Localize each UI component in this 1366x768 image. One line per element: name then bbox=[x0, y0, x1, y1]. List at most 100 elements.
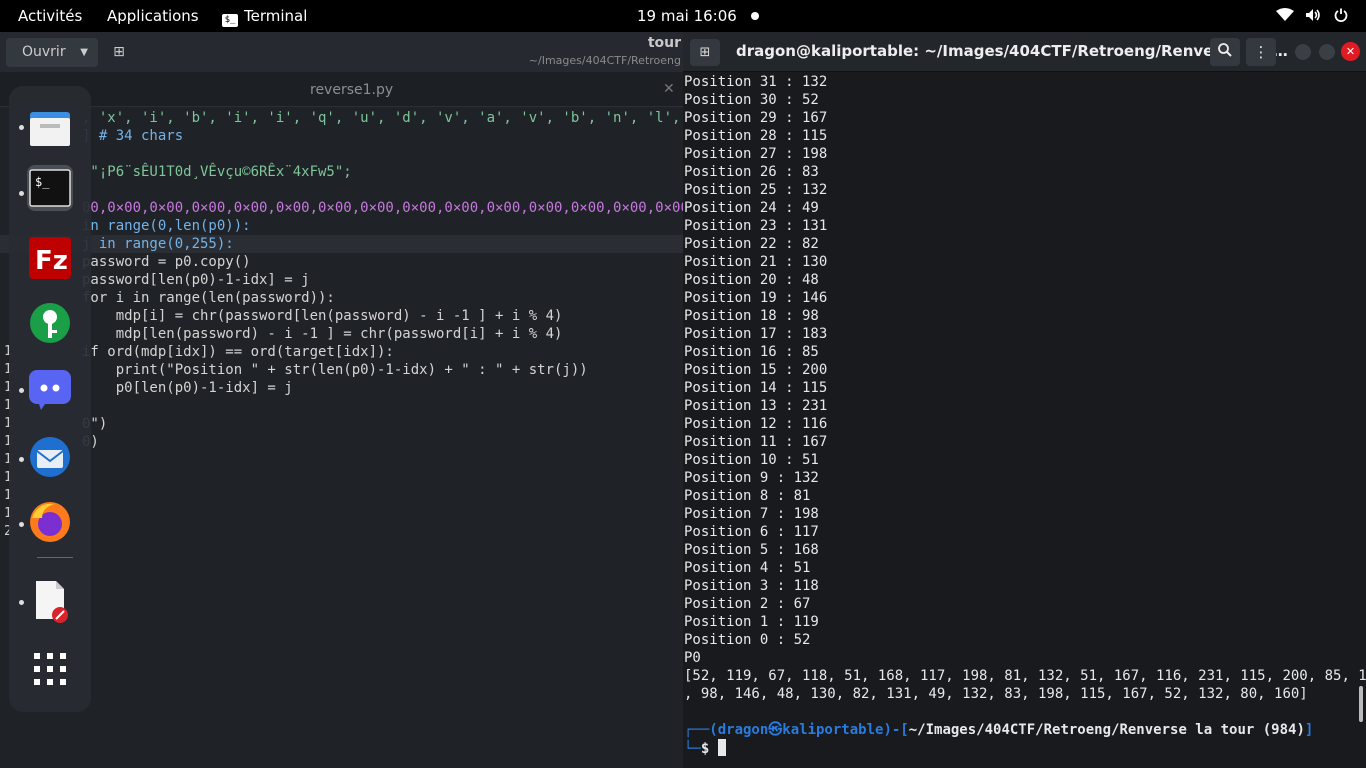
prompt-input-line[interactable]: └─$ bbox=[684, 739, 726, 757]
code-line: , 'x', 'i', 'b', 'i', 'i', 'q', 'u', 'd'… bbox=[82, 110, 683, 126]
terminal-line: Position 5 : 168 bbox=[684, 542, 819, 558]
power-icon[interactable] bbox=[1334, 8, 1348, 26]
app-grid-icon[interactable] bbox=[27, 646, 73, 692]
running-indicator bbox=[19, 457, 24, 462]
prompt-end: ] bbox=[1304, 722, 1314, 738]
terminal-line: Position 3 : 118 bbox=[684, 578, 819, 594]
prompt-prefix: ┌──( bbox=[684, 722, 718, 738]
terminal-line: Position 13 : 231 bbox=[684, 398, 828, 414]
volume-icon[interactable] bbox=[1305, 8, 1321, 26]
terminal-line: Position 0 : 52 bbox=[684, 632, 811, 648]
code-line: in range(0,len(p0)): bbox=[82, 218, 251, 234]
new-tab-button[interactable]: ⊞ bbox=[690, 39, 720, 66]
code-line: password[len(p0)-1-idx] = j bbox=[82, 272, 310, 288]
terminal-line: [52, 119, 67, 118, 51, 168, 117, 198, 81… bbox=[684, 668, 1366, 684]
code-line: 00,0×00,0×00,0×00,0×00,0×00,0×00,0×00,0×… bbox=[82, 200, 683, 216]
minimize-button[interactable] bbox=[1295, 44, 1311, 60]
close-window-button[interactable]: ✕ bbox=[1341, 42, 1360, 61]
dock-separator bbox=[37, 557, 73, 558]
dock: $_ Fz bbox=[9, 86, 91, 712]
terminal-line: Position 18 : 98 bbox=[684, 308, 819, 324]
activities-button[interactable]: Activités bbox=[18, 7, 82, 25]
terminal-line: Position 22 : 82 bbox=[684, 236, 819, 252]
terminal-line: Position 19 : 146 bbox=[684, 290, 828, 306]
filezilla-icon[interactable]: Fz bbox=[27, 235, 73, 281]
chevron-down-icon: ▼ bbox=[80, 47, 88, 58]
maximize-button[interactable] bbox=[1319, 44, 1335, 60]
prompt-user-host: dragon㉿kaliportable bbox=[717, 722, 884, 738]
running-indicator bbox=[19, 600, 24, 605]
terminal-small-icon: $_ bbox=[222, 14, 238, 27]
kebab-menu-icon: ⋮ bbox=[1253, 43, 1269, 61]
code-line: for i in range(len(password)): bbox=[82, 290, 335, 306]
terminal-line: Position 30 : 52 bbox=[684, 92, 819, 108]
terminal-line: Position 6 : 117 bbox=[684, 524, 819, 540]
terminal-line: Position 17 : 183 bbox=[684, 326, 828, 342]
menu-button[interactable]: ⋮ bbox=[1246, 38, 1276, 66]
passwords-icon[interactable] bbox=[27, 300, 73, 346]
terminal-line: Position 15 : 200 bbox=[684, 362, 828, 378]
search-button[interactable] bbox=[1210, 38, 1240, 66]
code-line: mdp[i] = chr(password[len(password) - i … bbox=[82, 308, 563, 324]
svg-text:Fz: Fz bbox=[35, 246, 68, 276]
prompt-path: ~/Images/404CTF/Retroeng/Renverse la tou… bbox=[908, 722, 1305, 738]
scrollbar[interactable] bbox=[1359, 686, 1363, 722]
terminal-line: Position 24 : 49 bbox=[684, 200, 819, 216]
code-line: if ord(mdp[idx]) == ord(target[idx]): bbox=[82, 344, 394, 360]
editor-title: tour bbox=[647, 35, 681, 51]
text-editor-window: Ouvrir ▼ ⊞ tour ~/Images/404CTF/Retroeng … bbox=[0, 32, 683, 768]
terminal-line: Position 14 : 115 bbox=[684, 380, 828, 396]
running-indicator bbox=[19, 125, 24, 130]
terminal-output[interactable]: Position 31 : 132 Position 30 : 52 Positio… bbox=[683, 72, 1366, 768]
terminal-line: Position 25 : 132 bbox=[684, 182, 828, 198]
prompt-corner: └─ bbox=[684, 741, 701, 757]
applications-menu[interactable]: Applications bbox=[107, 7, 199, 25]
wifi-icon[interactable] bbox=[1276, 8, 1294, 26]
terminal-title: dragon@kaliportable: ~/Images/404CTF/Ret… bbox=[736, 42, 1288, 60]
clock[interactable]: 19 mai 16:06 bbox=[637, 7, 737, 25]
tab-label: reverse1.py bbox=[310, 82, 394, 98]
code-line: mdp[len(password) - i -1 ] = chr(passwor… bbox=[82, 326, 563, 342]
tab-reverse1[interactable]: reverse1.py ✕ bbox=[0, 72, 683, 107]
terminal-line: Position 27 : 198 bbox=[684, 146, 828, 162]
code-line: password = p0.copy() bbox=[82, 254, 251, 270]
svg-text:$_: $_ bbox=[35, 175, 50, 189]
terminal-line: Position 23 : 131 bbox=[684, 218, 828, 234]
editor-headerbar: Ouvrir ▼ ⊞ tour ~/Images/404CTF/Retroeng bbox=[0, 32, 683, 72]
close-icon[interactable]: ✕ bbox=[663, 81, 675, 97]
open-file-button[interactable]: Ouvrir ▼ bbox=[6, 38, 98, 67]
firefox-icon[interactable] bbox=[27, 499, 73, 545]
text-editor-icon[interactable] bbox=[27, 578, 73, 624]
terminal-line: Position 31 : 132 bbox=[684, 74, 828, 90]
terminal-window: ⊞ dragon@kaliportable: ~/Images/404CTF/R… bbox=[683, 32, 1366, 768]
terminal-line: Position 11 : 167 bbox=[684, 434, 828, 450]
code-line: p0[len(p0)-1-idx] = j bbox=[82, 380, 293, 396]
terminal-line: Position 1 : 119 bbox=[684, 614, 819, 630]
open-label: Ouvrir bbox=[22, 44, 66, 60]
code-line: ] # 34 chars bbox=[82, 128, 184, 144]
new-document-icon: ⊞ bbox=[113, 44, 125, 60]
terminal-line: Position 2 : 67 bbox=[684, 596, 811, 612]
terminal-line: Position 28 : 115 bbox=[684, 128, 828, 144]
terminal-line: Position 8 : 81 bbox=[684, 488, 811, 504]
terminal-icon[interactable]: $_ bbox=[27, 165, 73, 211]
files-icon[interactable] bbox=[27, 105, 73, 151]
code-line: print("Position " + str(len(p0)-1-idx) +… bbox=[82, 362, 588, 378]
terminal-line: Position 12 : 116 bbox=[684, 416, 828, 432]
discord-icon[interactable] bbox=[27, 366, 73, 412]
thunderbird-icon[interactable] bbox=[27, 434, 73, 480]
app-name-label: Terminal bbox=[244, 7, 308, 25]
running-indicator bbox=[19, 191, 24, 196]
top-bar: Activités Applications $_ Terminal 19 mai… bbox=[0, 0, 1366, 32]
editor-subtitle: ~/Images/404CTF/Retroeng bbox=[528, 54, 681, 67]
code-area[interactable]: , 'x', 'i', 'b', 'i', 'i', 'q', 'u', 'd'… bbox=[0, 107, 683, 768]
app-menu-terminal[interactable]: $_ Terminal bbox=[222, 7, 307, 27]
prompt-separator: )-[ bbox=[883, 722, 909, 738]
text-cursor bbox=[717, 739, 726, 756]
terminal-line: Position 29 : 167 bbox=[684, 110, 828, 126]
terminal-line: Position 9 : 132 bbox=[684, 470, 819, 486]
terminal-line: Position 4 : 51 bbox=[684, 560, 811, 576]
new-tab-icon: ⊞ bbox=[699, 45, 711, 60]
terminal-line: Position 20 : 48 bbox=[684, 272, 819, 288]
new-document-button[interactable]: ⊞ bbox=[104, 38, 134, 67]
